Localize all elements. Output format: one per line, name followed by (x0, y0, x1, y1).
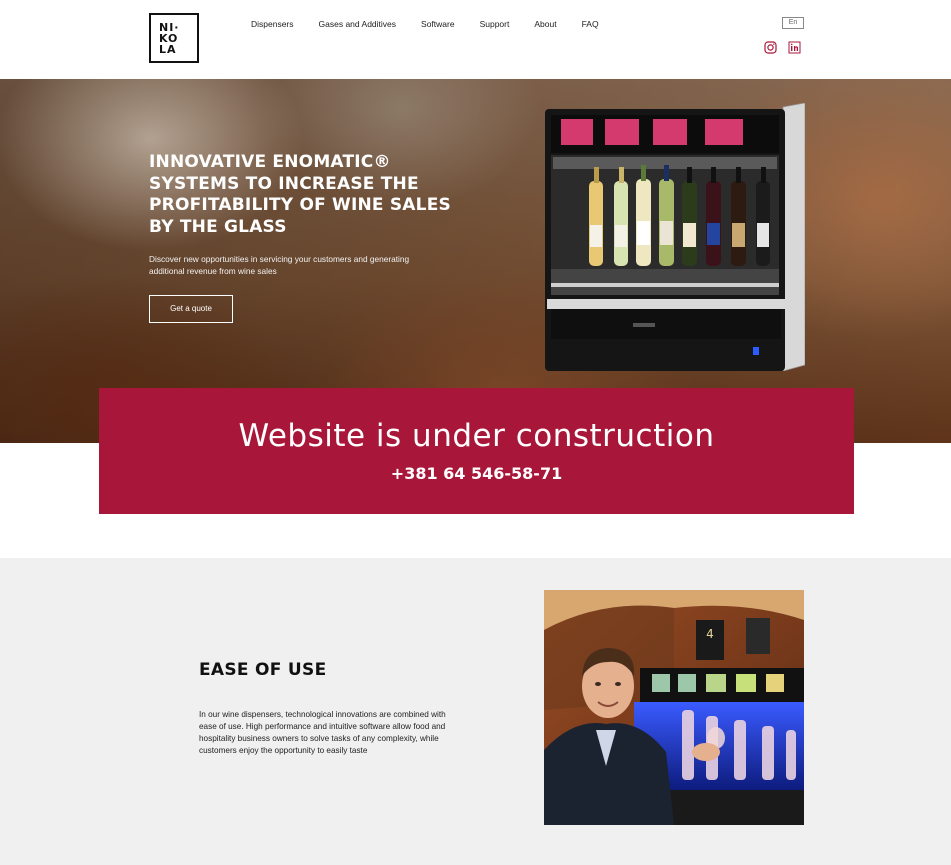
logo-line-3: LA (159, 43, 177, 56)
nav-software[interactable]: Software (421, 19, 455, 29)
nav-dispensers[interactable]: Dispensers (251, 19, 294, 29)
construction-title: Website is under construction (238, 418, 715, 454)
nav-gases-additives[interactable]: Gases and Additives (319, 19, 397, 29)
wine-dispenser-image (545, 103, 805, 371)
hero-title: INNOVATIVE ENOMATIC® SYSTEMS TO INCREASE… (149, 152, 451, 237)
ease-of-use-section: EASE OF USE In our wine dispensers, tech… (0, 558, 951, 865)
main-nav: Dispensers Gases and Additives Software … (251, 19, 624, 29)
ease-text: In our wine dispensers, technological in… (199, 710, 446, 755)
ease-title: EASE OF USE (199, 660, 327, 680)
linkedin-icon[interactable] (788, 41, 801, 54)
photo-sign-text: 4 (706, 627, 714, 641)
phone-number[interactable]: +381 64 546-58-71 (99, 464, 854, 483)
logo[interactable]: NI· KO LA (149, 13, 199, 63)
get-quote-button[interactable]: Get a quote (149, 295, 233, 323)
hero-subtitle: Discover new opportunities in servicing … (149, 254, 410, 276)
nav-about[interactable]: About (534, 19, 556, 29)
construction-banner: Website is under construction +381 64 54… (99, 388, 854, 514)
nav-faq[interactable]: FAQ (582, 19, 599, 29)
site-header: NI· KO LA Dispensers Gases and Additives… (0, 0, 951, 79)
nav-support[interactable]: Support (480, 19, 510, 29)
language-switcher[interactable]: En (782, 17, 804, 29)
instagram-icon[interactable] (764, 41, 777, 54)
customer-photo: 4 (544, 590, 804, 825)
